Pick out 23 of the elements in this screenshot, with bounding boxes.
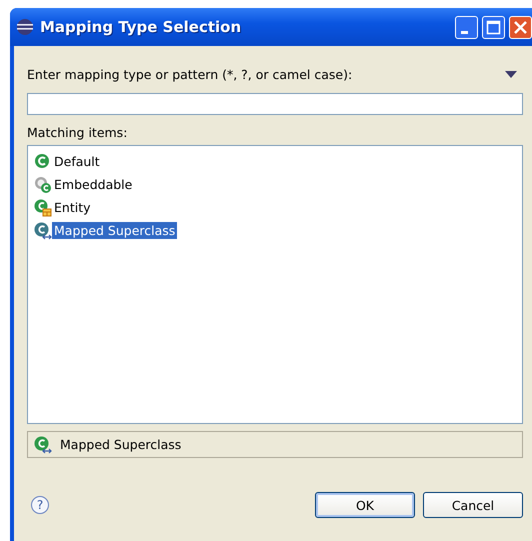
minimize-button[interactable] bbox=[455, 16, 478, 38]
eclipse-icon bbox=[16, 18, 34, 36]
dropdown-icon[interactable] bbox=[505, 70, 517, 78]
class-icon bbox=[34, 152, 52, 170]
class-icon bbox=[34, 198, 52, 216]
cancel-button[interactable]: Cancel bbox=[423, 492, 523, 518]
list-item[interactable]: Default bbox=[52, 153, 102, 170]
status-text: Mapped Superclass bbox=[60, 437, 182, 452]
list-item[interactable]: Entity bbox=[52, 199, 92, 216]
help-icon[interactable]: ? bbox=[31, 496, 49, 514]
class-icon bbox=[34, 222, 52, 240]
window-title: Mapping Type Selection bbox=[40, 18, 242, 36]
pattern-label: Enter mapping type or pattern (*, ?, or camel case): bbox=[27, 67, 352, 82]
ok-button[interactable]: OK bbox=[315, 492, 415, 518]
list-item[interactable]: Mapped Superclass bbox=[52, 222, 178, 239]
matching-items-label: Matching items: bbox=[27, 125, 128, 140]
embeddable-icon bbox=[34, 176, 52, 194]
maximize-button[interactable] bbox=[482, 16, 505, 38]
class-icon bbox=[34, 436, 52, 454]
pattern-field[interactable] bbox=[27, 93, 523, 115]
minimize-icon bbox=[461, 30, 468, 34]
close-button[interactable] bbox=[509, 16, 532, 38]
list-item[interactable]: Embeddable bbox=[52, 176, 134, 193]
